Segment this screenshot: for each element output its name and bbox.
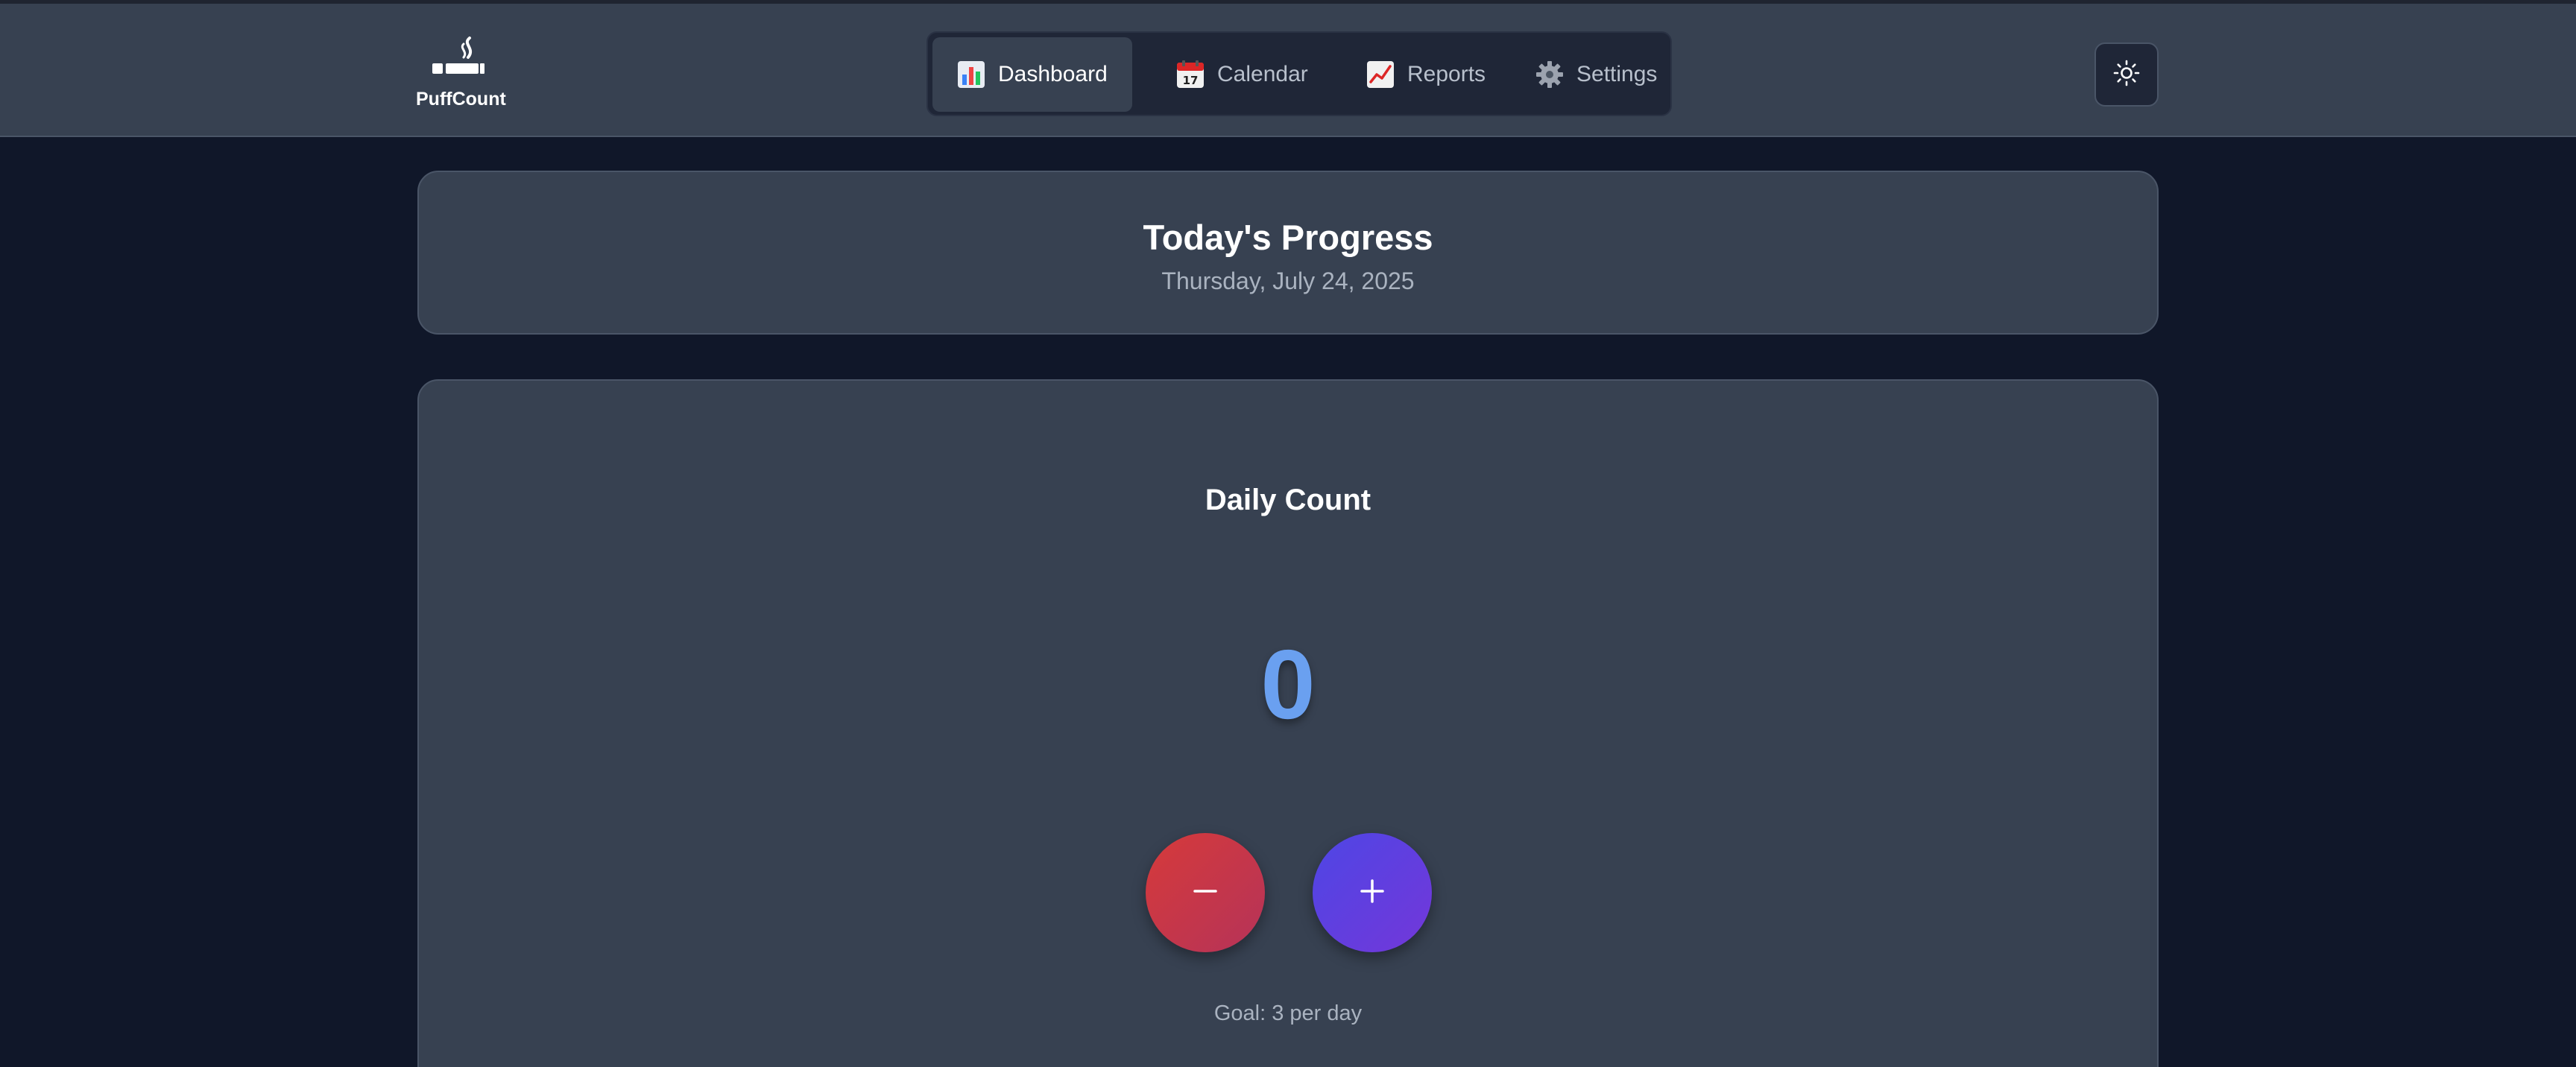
page-title: Today's Progress bbox=[1143, 218, 1433, 257]
gear-icon bbox=[1535, 60, 1565, 89]
svg-text:17: 17 bbox=[1183, 74, 1199, 87]
nav-tab-label: Settings bbox=[1576, 62, 1658, 86]
nav-tab-reports[interactable]: Reports bbox=[1342, 37, 1497, 112]
nav-tab-label: Calendar bbox=[1217, 62, 1308, 86]
top-navigation-bar: PuffCount Dashboard 17 Calendar Reports … bbox=[0, 0, 2576, 137]
nav-tab-settings[interactable]: Settings bbox=[1511, 37, 1669, 112]
nav-tab-label: Reports bbox=[1407, 62, 1486, 86]
plus-icon bbox=[1357, 876, 1387, 910]
main-nav: Dashboard 17 Calendar Reports Settings bbox=[926, 31, 1672, 116]
daily-count-card: Daily Count 0 Goal: 3 per day bbox=[417, 379, 2159, 1067]
nav-tab-calendar[interactable]: 17 Calendar bbox=[1152, 37, 1328, 112]
progress-header-card: Today's Progress Thursday, July 24, 2025 bbox=[417, 171, 2159, 335]
nav-tab-label: Dashboard bbox=[998, 62, 1108, 86]
cigarette-logo-icon bbox=[432, 37, 484, 74]
calendar-icon: 17 bbox=[1175, 60, 1205, 89]
trend-chart-icon bbox=[1366, 60, 1395, 89]
decrement-button[interactable] bbox=[1146, 833, 1265, 952]
theme-toggle-button[interactable] bbox=[2094, 42, 2159, 107]
daily-count-title: Daily Count bbox=[1205, 484, 1371, 516]
daily-goal-text: Goal: 3 per day bbox=[1213, 1001, 1363, 1025]
daily-count-value: 0 bbox=[1260, 630, 1316, 739]
minus-icon bbox=[1190, 876, 1220, 910]
app-logo[interactable]: PuffCount bbox=[416, 35, 506, 117]
app-name: PuffCount bbox=[416, 89, 506, 110]
current-date: Thursday, July 24, 2025 bbox=[1161, 267, 1415, 294]
nav-tab-dashboard[interactable]: Dashboard bbox=[932, 37, 1132, 112]
app-root: PuffCount Dashboard 17 Calendar Reports … bbox=[0, 0, 2576, 1067]
bar-chart-icon bbox=[956, 60, 986, 89]
increment-button[interactable] bbox=[1313, 833, 1432, 952]
sun-icon bbox=[2113, 60, 2140, 90]
